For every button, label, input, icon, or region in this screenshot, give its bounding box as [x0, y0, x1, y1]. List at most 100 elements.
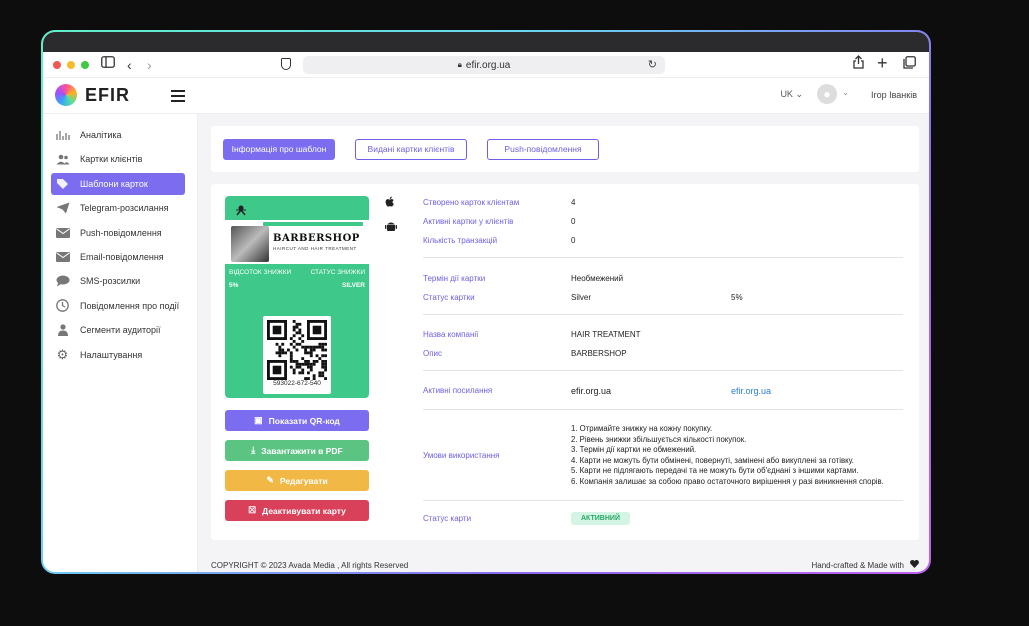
card-status-percent: 5%: [731, 293, 743, 302]
edit-button[interactable]: ✎ Редагувати: [225, 470, 369, 491]
banner-stripe: [263, 222, 363, 226]
description-label: Опис: [423, 349, 443, 358]
bar-chart-icon: [55, 129, 70, 141]
close-window-button[interactable]: [53, 60, 61, 69]
app-header: EFIR UK ⌄ ● ⌄ Ігор Іванків: [43, 78, 929, 114]
tag-icon: [55, 178, 70, 190]
share-icon[interactable]: [853, 55, 864, 72]
sidebar-item-label: Push-повідомлення: [80, 227, 162, 238]
status-badge: АКТИВНИЙ: [571, 512, 630, 525]
logo-icon: [55, 84, 77, 106]
window-controls: [53, 60, 89, 69]
barber-photo: [231, 226, 269, 262]
language-selector[interactable]: UK ⌄: [780, 89, 803, 100]
terms-item: 3. Термін дії картки не обмежений.: [571, 445, 697, 455]
qr-number: 593022-672-540: [273, 380, 321, 387]
discount-value: 5%: [229, 282, 239, 289]
sidebar-item-label: Шаблони карток: [80, 178, 148, 189]
barber-logo-icon: [235, 204, 247, 219]
shield-icon[interactable]: [281, 58, 291, 70]
logo[interactable]: EFIR: [55, 84, 130, 106]
links-label: Активні посилання: [423, 386, 493, 395]
sidebar-item-card-templates[interactable]: Шаблони карток: [51, 172, 185, 195]
back-icon[interactable]: ‹: [127, 57, 132, 73]
browser-frame: ‹ › 🔒︎ efir.org.ua ↻ + EFIR UK ⌄ ● ⌄ Іго…: [41, 30, 931, 574]
terms-item: 2. Рівень знижки збільшується кількості …: [571, 434, 747, 444]
close-icon: ☒: [248, 505, 257, 515]
android-icon[interactable]: [385, 220, 397, 235]
terms-label: Умови використання: [423, 451, 500, 460]
sidebar-item-email[interactable]: Email-повідомлення: [51, 246, 185, 268]
sidebar-item-event-notifications[interactable]: Повідомлення про події: [51, 295, 185, 317]
terms-item: 5. Карти не підлягають передачі та не мо…: [571, 466, 859, 476]
chevron-down-icon[interactable]: ⌄: [842, 88, 849, 97]
discount-label: ВІДСОТОК ЗНИЖКИ: [229, 269, 292, 276]
lock-icon: 🔒︎: [457, 60, 462, 69]
created-cards-value: 4: [571, 198, 576, 207]
created-cards-label: Створено карток клієнтам: [423, 198, 520, 207]
user-name[interactable]: Ігор Іванків: [871, 90, 917, 100]
description-value: BARBERSHOP: [571, 349, 627, 358]
tab-issued-cards[interactable]: Видані картки клієнтів: [355, 138, 467, 160]
address-bar[interactable]: 🔒︎ efir.org.ua ↻: [303, 56, 665, 74]
card-status-label: Статус картки: [423, 293, 475, 302]
card-banner: BARBERSHOP HAIRCUT AND HAIR TREATMENT: [225, 220, 369, 264]
send-icon: [55, 202, 70, 214]
heart-icon: [910, 560, 919, 568]
envelope-icon: [55, 227, 70, 239]
tab-template-info[interactable]: Інформація про шаблон: [223, 138, 335, 160]
sidebar-item-client-cards[interactable]: Картки клієнтів: [51, 148, 185, 170]
apple-icon[interactable]: [385, 196, 395, 211]
new-tab-icon[interactable]: +: [877, 53, 888, 74]
download-pdf-label: Завантажити в PDF: [261, 445, 343, 456]
sidebar-item-push[interactable]: Push-повідомлення: [51, 222, 185, 244]
card-field-values: 5% SILVER: [229, 282, 365, 289]
sidebar-item-analytics[interactable]: Аналітика: [51, 124, 185, 146]
sidebar-item-telegram[interactable]: Telegram-розсилання: [51, 197, 185, 219]
browser-window: ‹ › 🔒︎ efir.org.ua ↻ + EFIR UK ⌄ ● ⌄ Іго…: [43, 32, 929, 572]
template-details-panel: BARBERSHOP HAIRCUT AND HAIR TREATMENT ВІ…: [211, 184, 919, 540]
main-content: Інформація про шаблон Видані картки кліє…: [211, 126, 919, 540]
sidebar-item-sms[interactable]: SMS-розсилки: [51, 270, 185, 292]
sidebar-item-label: SMS-розсилки: [80, 276, 141, 287]
active-cards-label: Активні картки у клієнтів: [423, 217, 514, 226]
edit-label: Редагувати: [279, 475, 328, 486]
sidebar-item-settings[interactable]: ⚙︎ Налаштування: [51, 344, 185, 366]
deactivate-label: Деактивувати карту: [262, 505, 346, 516]
validity-label: Термін дії картки: [423, 274, 486, 283]
edit-icon: ✎: [266, 475, 274, 485]
sidebar-item-label: Картки клієнтів: [80, 154, 143, 165]
download-icon: ⤓: [251, 445, 256, 455]
divider: [423, 500, 903, 501]
card-field-labels: ВІДСОТОК ЗНИЖКИ СТАТУС ЗНИЖКИ: [229, 269, 365, 276]
forward-icon[interactable]: ›: [147, 57, 152, 73]
gear-icon: ⚙︎: [56, 346, 69, 362]
card-status-value: Silver: [571, 293, 592, 302]
links-url[interactable]: efir.org.ua: [731, 386, 771, 396]
menu-icon[interactable]: [171, 90, 185, 105]
card-brand: BARBERSHOP: [273, 233, 360, 244]
show-qr-button[interactable]: ▣ Показати QR-код: [225, 410, 369, 431]
status-value: SILVER: [342, 282, 365, 289]
transactions-value: 0: [571, 236, 576, 245]
validity-value: Необмежений: [571, 274, 624, 283]
download-pdf-button[interactable]: ⤓ Завантажити в PDF: [225, 440, 369, 461]
terms-item: 4. Карти не можуть бути обмінені, поверн…: [571, 455, 854, 465]
minimize-window-button[interactable]: [67, 60, 75, 69]
links-value: efir.org.ua: [571, 386, 612, 396]
reload-icon[interactable]: ↻: [648, 58, 657, 71]
crafted-text: Hand-crafted & Made with: [811, 561, 905, 570]
qr-code: 593022-672-540: [263, 316, 331, 394]
tabs-overview-icon[interactable]: [903, 56, 916, 72]
clock-icon: [55, 299, 70, 313]
sidebar-item-label: Email-повідомлення: [80, 251, 164, 262]
sidebar-item-audience-segments[interactable]: Сегменти аудиторії: [51, 319, 185, 341]
chat-icon: [55, 275, 70, 287]
maximize-window-button[interactable]: [81, 60, 89, 69]
tab-push-notifications[interactable]: Push-повідомлення: [487, 138, 599, 160]
browser-toolbar: ‹ › 🔒︎ efir.org.ua ↻ +: [43, 52, 929, 78]
sidebar-toggle-icon[interactable]: [101, 55, 115, 71]
deactivate-button[interactable]: ☒ Деактивувати карту: [225, 500, 369, 521]
avatar[interactable]: ●: [817, 84, 837, 104]
language-value: UK: [780, 89, 793, 99]
